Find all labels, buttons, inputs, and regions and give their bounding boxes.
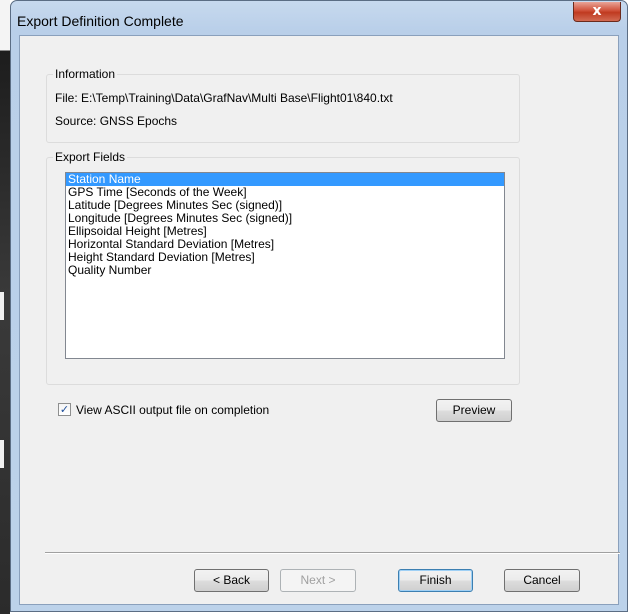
dialog-window: Export Definition Complete x Information… [10,0,628,612]
background-edge-mark [0,440,4,468]
dialog-client-area: Information File: E:\Temp\Training\Data\… [19,35,620,605]
export-fields-listbox[interactable]: Station Name GPS Time [Seconds of the We… [65,172,505,359]
source-text: Source: GNSS Epochs [55,114,178,128]
information-group-label: Information [53,67,118,81]
list-item-quality-number[interactable]: Quality Number [66,264,504,277]
footer-separator [45,552,620,554]
title-bar[interactable]: Export Definition Complete x [11,1,627,37]
view-ascii-checkbox[interactable]: ✓ [58,403,71,416]
next-button[interactable]: Next > [280,569,356,592]
information-group: Information File: E:\Temp\Training\Data\… [46,67,520,143]
finish-button[interactable]: Finish [398,569,473,592]
close-icon: x [592,3,602,19]
window-title: Export Definition Complete [17,13,184,29]
back-button[interactable]: < Back [194,569,269,592]
background-window-edge [0,0,10,614]
background-edge-mark [0,292,4,320]
export-fields-group-label: Export Fields [53,150,128,164]
close-button[interactable]: x [573,2,621,22]
file-path-text: File: E:\Temp\Training\Data\GrafNav\Mult… [55,91,393,105]
view-ascii-label[interactable]: View ASCII output file on completion [76,403,269,417]
export-fields-group: Export Fields Station Name GPS Time [Sec… [46,150,520,385]
preview-button[interactable]: Preview [436,399,512,422]
check-icon: ✓ [59,403,70,416]
cancel-button[interactable]: Cancel [504,569,580,592]
